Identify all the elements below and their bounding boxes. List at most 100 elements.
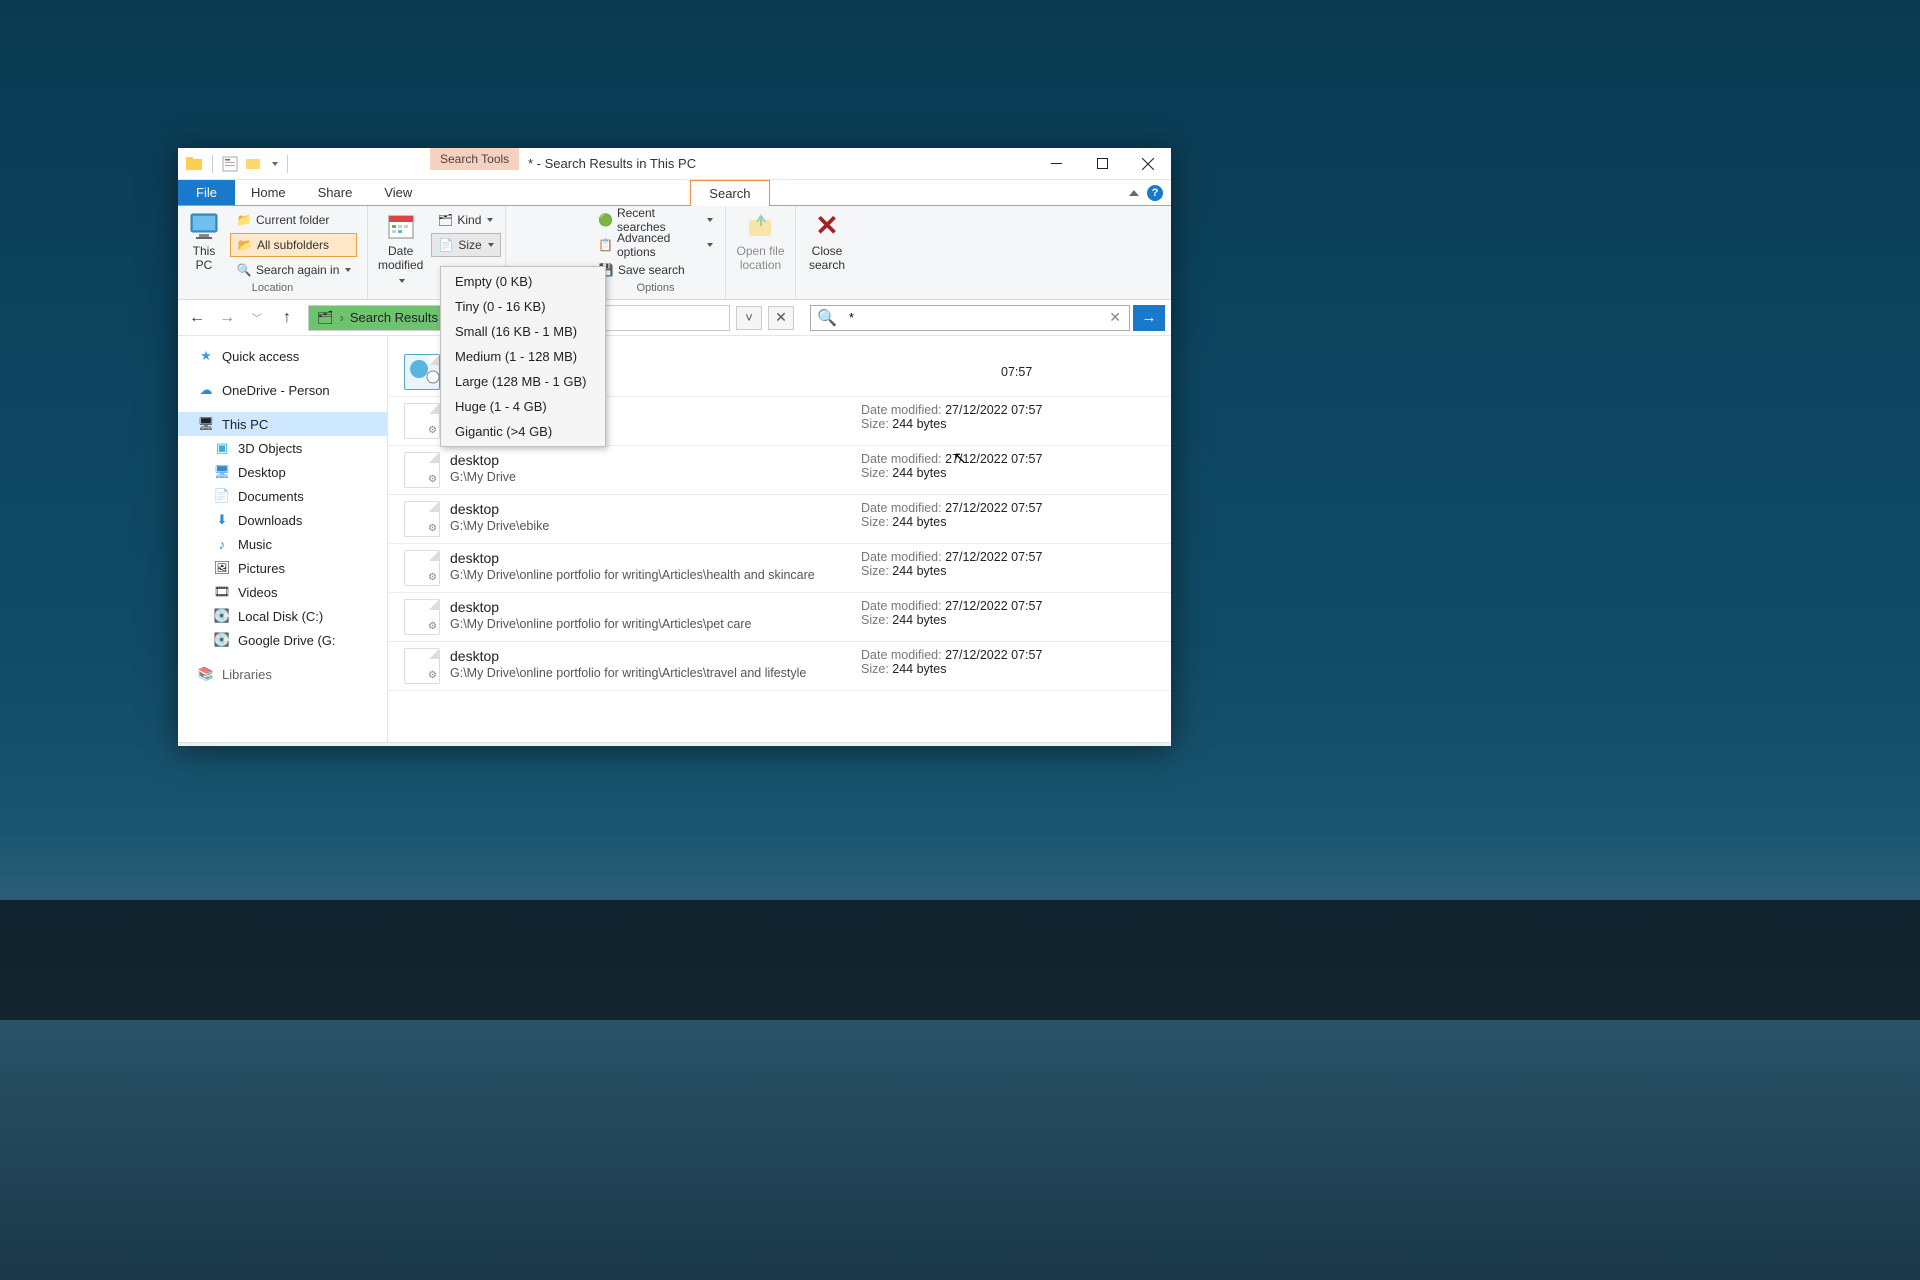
result-path: G:\My Drive\online portfolio for writing… <box>450 568 861 582</box>
tab-search[interactable]: Search <box>690 180 769 206</box>
size-option-huge[interactable]: Huge (1 - 4 GB) <box>441 394 605 419</box>
result-name: desktop <box>450 452 861 468</box>
search-again-in-button[interactable]: 🔍Search again in <box>230 258 357 282</box>
kind-icon: 🗂 <box>437 212 453 228</box>
result-name: desktop <box>450 550 861 566</box>
nav-forward-button[interactable]: → <box>214 305 240 331</box>
breadcrumb[interactable]: 🗂 › Search Results in <box>309 306 460 330</box>
qat-new-folder-icon[interactable] <box>243 153 265 175</box>
sidebar-item-downloads[interactable]: ⬇Downloads <box>178 508 387 532</box>
search-input[interactable] <box>843 310 1101 325</box>
current-folder-button[interactable]: 📁Current folder <box>230 208 357 232</box>
clear-search-button[interactable]: ✕ <box>1101 309 1129 326</box>
nav-back-button[interactable]: ← <box>184 305 210 331</box>
size-option-small[interactable]: Small (16 KB - 1 MB) <box>441 319 605 344</box>
pc-icon: 🖥 <box>198 416 214 432</box>
sidebar-item-music[interactable]: ♪Music <box>178 532 387 556</box>
nav-pane: ★Quick access ☁OneDrive - Person 🖥This P… <box>178 336 388 742</box>
meta-date-value: 27/12/2022 07:57 <box>945 648 1042 662</box>
qat-customize-icon[interactable] <box>269 162 281 166</box>
address-dropdown-button[interactable]: ˅ <box>736 306 762 330</box>
qat-properties-icon[interactable] <box>219 153 241 175</box>
ribbon-search: This PC 📁Current folder 📂All subfolders … <box>178 206 1171 300</box>
calendar-icon <box>385 210 417 242</box>
nav-up-button[interactable]: ↑ <box>274 305 300 331</box>
file-icon: ⚙ <box>404 501 440 537</box>
help-icon[interactable]: ? <box>1147 185 1163 201</box>
sidebar-item-3d-objects[interactable]: ▣3D Objects <box>178 436 387 460</box>
sidebar-item-quick-access[interactable]: ★Quick access <box>178 344 387 368</box>
open-file-location-button[interactable]: Open file location <box>732 208 788 274</box>
meta-date-label: Date modified: <box>861 452 942 466</box>
titlebar: Search Tools * - Search Results in This … <box>178 148 1171 180</box>
sidebar-item-videos[interactable]: 🎞Videos <box>178 580 387 604</box>
cube-icon: ▣ <box>214 440 230 456</box>
monitor-icon <box>188 210 220 242</box>
minimize-button[interactable] <box>1033 148 1079 180</box>
maximize-button[interactable] <box>1079 148 1125 180</box>
size-option-empty[interactable]: Empty (0 KB) <box>441 269 605 294</box>
size-icon: 📄 <box>438 237 454 253</box>
meta-date-label: Date modified: <box>861 550 942 564</box>
size-option-large[interactable]: Large (128 MB - 1 GB) <box>441 369 605 394</box>
result-name: desktop <box>450 501 861 517</box>
stop-refresh-button[interactable]: ✕ <box>768 306 794 330</box>
sidebar-item-local-disk[interactable]: 💽Local Disk (C:) <box>178 604 387 628</box>
advanced-options-button[interactable]: 📋Advanced options <box>592 233 719 257</box>
tab-home[interactable]: Home <box>235 180 302 205</box>
size-dropdown-menu: Empty (0 KB) Tiny (0 - 16 KB) Small (16 … <box>440 266 606 447</box>
size-option-gigantic[interactable]: Gigantic (>4 GB) <box>441 419 605 444</box>
file-icon: ⚙ <box>404 648 440 684</box>
close-x-icon: ✕ <box>811 210 843 242</box>
meta-size-label: Size: <box>861 417 889 431</box>
list-item[interactable]: ⚙desktopG:\My Drive\ebikeDate modified: … <box>388 495 1171 544</box>
sidebar-item-google-drive[interactable]: 💽Google Drive (G: <box>178 628 387 652</box>
recent-searches-button[interactable]: 🟢Recent searches <box>592 208 719 232</box>
tab-share[interactable]: Share <box>302 180 369 205</box>
nav-recent-dropdown[interactable]: ﹀ <box>244 305 270 331</box>
file-icon: ⚙ <box>404 550 440 586</box>
sidebar-item-pictures[interactable]: 🖼Pictures <box>178 556 387 580</box>
save-search-button[interactable]: 💾Save search <box>592 258 719 282</box>
date-modified-button[interactable]: Date modified <box>374 208 427 288</box>
group-location-label: Location <box>184 282 361 299</box>
meta-date-label: Date modified: <box>861 501 942 515</box>
this-pc-button[interactable]: This PC <box>184 208 224 274</box>
status-bar <box>178 742 1171 746</box>
size-option-tiny[interactable]: Tiny (0 - 16 KB) <box>441 294 605 319</box>
ribbon-tabs: File Home Share View Search ? <box>178 180 1171 206</box>
tab-view[interactable]: View <box>368 180 428 205</box>
sidebar-item-libraries[interactable]: 📚Libraries <box>178 662 387 686</box>
drive-icon: 💽 <box>214 632 230 648</box>
size-option-medium[interactable]: Medium (1 - 128 MB) <box>441 344 605 369</box>
list-item[interactable]: ⚙ desktop G:\My Drive\online portfolio for… <box>388 544 1171 593</box>
result-path: G:\My Drive\online portfolio for writing… <box>450 666 861 680</box>
search-tools-context-tab: Search Tools <box>430 148 519 170</box>
kind-button[interactable]: 🗂Kind <box>431 208 500 232</box>
sidebar-item-onedrive[interactable]: ☁OneDrive - Person <box>178 378 387 402</box>
meta-size-value: 244 bytes <box>892 515 946 529</box>
sidebar-item-this-pc[interactable]: 🖥This PC <box>178 412 387 436</box>
list-item[interactable]: ⚙desktopG:\My DriveDate modified: 27/12/… <box>388 446 1171 495</box>
window-title: * - Search Results in This PC <box>528 156 696 171</box>
meta-date-value: 27/12/2022 07:57 <box>945 452 1042 466</box>
search-results-icon: 🗂 <box>317 310 334 326</box>
document-icon: 📋 <box>598 237 613 253</box>
close-search-button[interactable]: ✕ Close search <box>805 208 849 274</box>
meta-date-label: Date modified: <box>861 648 942 662</box>
all-subfolders-button[interactable]: 📂All subfolders <box>230 233 357 257</box>
size-button[interactable]: 📄Size <box>431 233 500 257</box>
meta-size-value: 244 bytes <box>892 613 946 627</box>
file-icon: ⚙ <box>404 403 440 439</box>
list-item[interactable]: ⚙desktopG:\My Drive\online portfolio for… <box>388 642 1171 691</box>
meta-date-value: 27/12/2022 07:57 <box>945 550 1042 564</box>
meta-date-value: 27/12/2022 07:57 <box>945 501 1042 515</box>
search-box[interactable]: 🔍 ✕ <box>810 305 1130 331</box>
sidebar-item-documents[interactable]: 📄Documents <box>178 484 387 508</box>
sidebar-item-desktop[interactable]: 🖥Desktop <box>178 460 387 484</box>
collapse-ribbon-icon[interactable] <box>1129 190 1139 196</box>
close-button[interactable] <box>1125 148 1171 180</box>
tab-file[interactable]: File <box>178 180 235 205</box>
list-item[interactable]: ⚙desktopG:\My Drive\online portfolio for… <box>388 593 1171 642</box>
search-submit-button[interactable]: → <box>1133 305 1165 331</box>
